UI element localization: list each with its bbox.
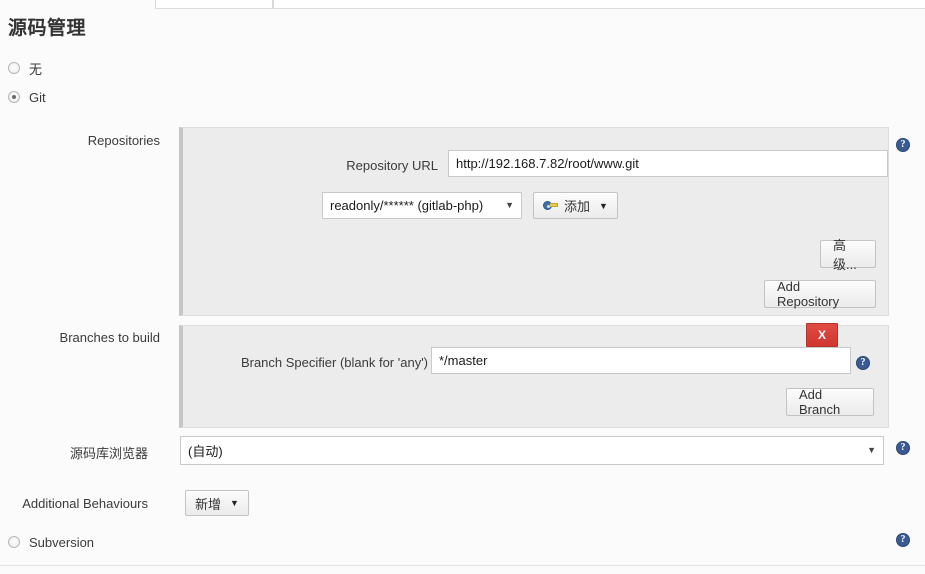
tab-edge-right[interactable]	[273, 0, 925, 9]
scm-option-none[interactable]: 无	[8, 59, 42, 77]
chevron-down-icon: ▼	[230, 498, 239, 508]
add-behaviour-button[interactable]: 新增 ▼	[185, 490, 249, 516]
repository-url-input[interactable]	[448, 150, 888, 177]
add-repository-button[interactable]: Add Repository	[764, 279, 876, 309]
scm-option-git[interactable]: Git	[8, 88, 46, 106]
scm-option-subversion[interactable]: Subversion	[8, 533, 94, 551]
repository-url-label: Repository URL	[346, 158, 438, 173]
branch-specifier-input[interactable]	[431, 347, 851, 374]
scm-option-none-label: 无	[29, 61, 43, 77]
chevron-down-icon: ▼	[867, 445, 876, 455]
top-tab-strip	[0, 0, 925, 9]
radio-git[interactable]	[8, 91, 20, 103]
bottom-divider	[0, 565, 925, 566]
tab-edge-left[interactable]	[155, 0, 273, 9]
add-credentials-button[interactable]: 添加 ▼	[533, 192, 618, 219]
chevron-down-icon: ▼	[599, 200, 608, 211]
add-credentials-label: 添加	[564, 199, 591, 214]
chevron-down-icon: ▼	[505, 200, 514, 210]
add-branch-button[interactable]: Add Branch	[786, 387, 874, 417]
repositories-panel: Repository URL Credentials readonly/****…	[179, 127, 889, 316]
subversion-help-icon[interactable]: ?	[896, 533, 910, 547]
add-behaviour-label: 新增	[195, 496, 222, 512]
credentials-select[interactable]: readonly/****** (gitlab-php) ▼	[322, 192, 522, 219]
key-icon	[543, 200, 558, 211]
repositories-help-icon[interactable]: ?	[896, 138, 910, 152]
page-title: 源码管理	[8, 18, 87, 39]
repository-browser-select[interactable]: (自动) ▼	[180, 436, 884, 465]
branches-panel: Branch Specifier (blank for 'any') Add B…	[179, 325, 889, 428]
repositories-label: Repositories	[87, 133, 160, 148]
scm-option-subversion-label: Subversion	[29, 534, 95, 550]
branch-specifier-help-icon[interactable]: ?	[856, 356, 870, 370]
branch-specifier-label: Branch Specifier (blank for 'any')	[240, 355, 428, 370]
repository-browser-label: 源码库浏览器	[69, 446, 148, 461]
branches-label: Branches to build	[59, 330, 160, 345]
scm-option-git-label: Git	[29, 89, 46, 105]
radio-subversion[interactable]	[8, 536, 20, 548]
delete-branch-button[interactable]: X	[806, 323, 838, 347]
credentials-value: readonly/****** (gitlab-php)	[330, 198, 484, 213]
repository-browser-help-icon[interactable]: ?	[896, 441, 910, 455]
scm-configuration-page: 源码管理 无 Git Repositories Repository URL C…	[0, 9, 925, 574]
advanced-button[interactable]: 高级...	[820, 238, 876, 272]
radio-none[interactable]	[8, 62, 20, 74]
repository-browser-value: (自动)	[188, 444, 223, 459]
additional-behaviours-label: Additional Behaviours	[22, 496, 148, 511]
